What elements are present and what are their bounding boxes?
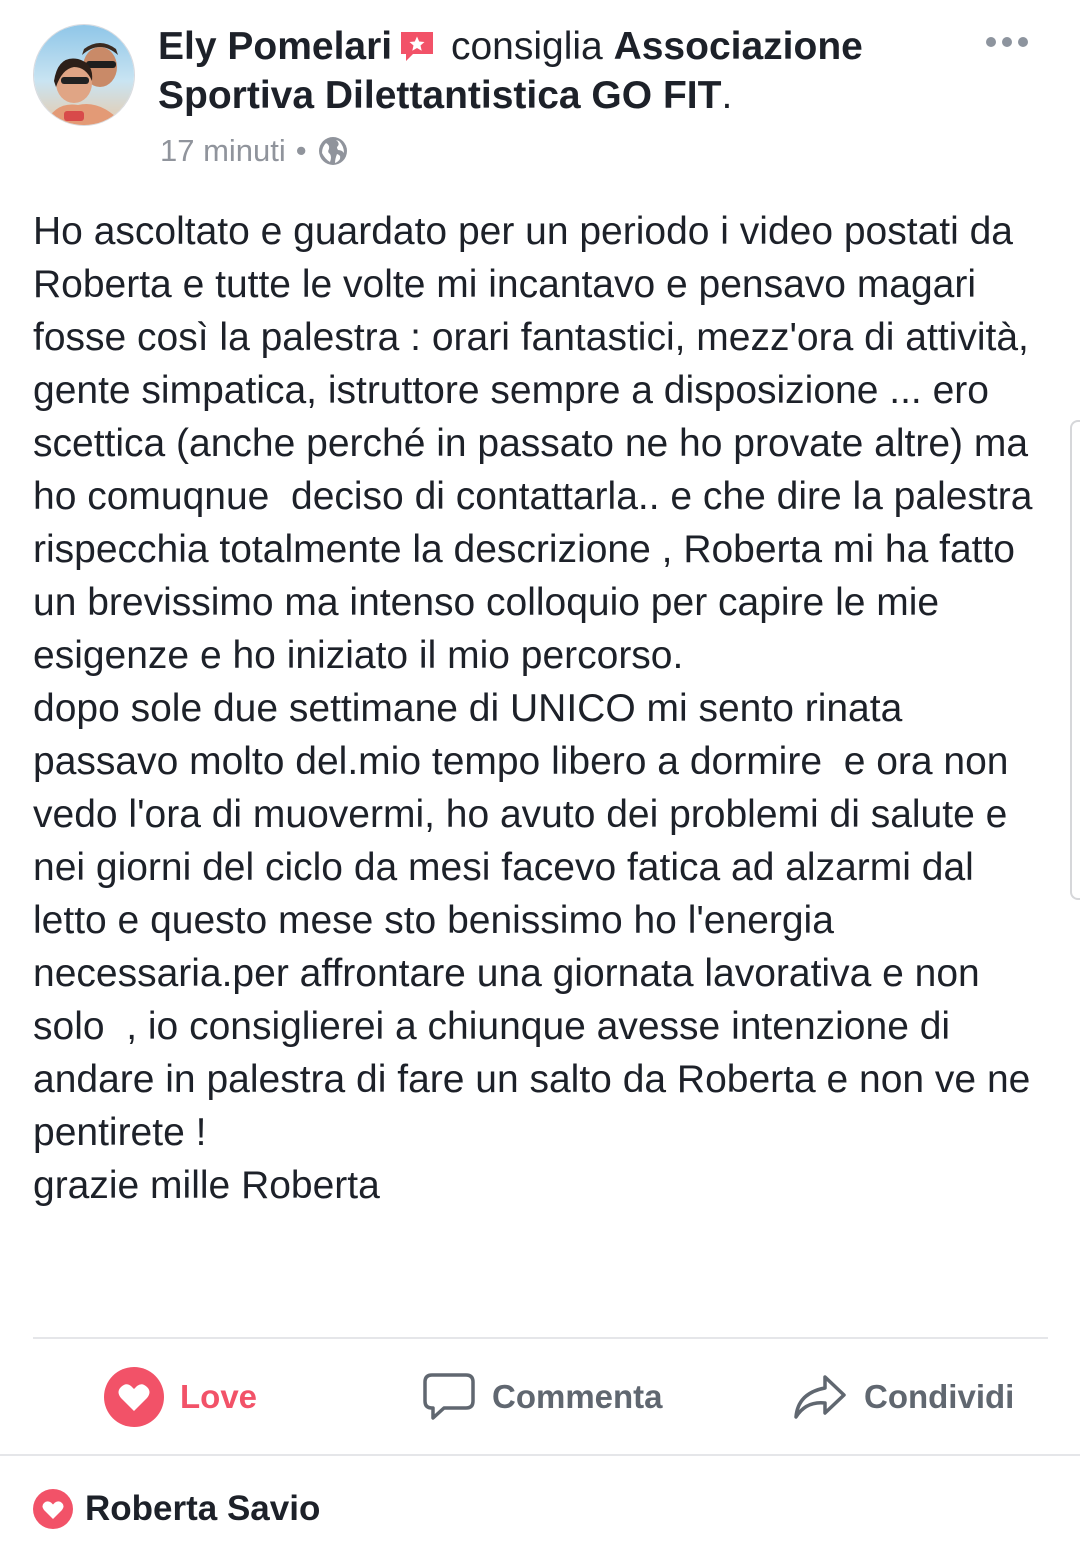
post-paragraph: Ho ascoltato e guardato per un periodo i… bbox=[33, 210, 1051, 677]
meta-separator: • bbox=[295, 133, 307, 168]
comment-button[interactable]: Commenta bbox=[422, 1340, 663, 1454]
post-header: Ely Pomelari consiglia Associazione Spor… bbox=[0, 0, 1080, 190]
author-name[interactable]: Ely Pomelari bbox=[158, 25, 392, 68]
reactions-summary[interactable]: Roberta Savio bbox=[33, 1484, 320, 1534]
scrollbar[interactable] bbox=[1070, 420, 1080, 900]
more-options-icon[interactable] bbox=[984, 30, 1030, 54]
share-icon bbox=[794, 1375, 846, 1419]
headline-period: . bbox=[721, 74, 733, 117]
comment-label: Commenta bbox=[492, 1378, 663, 1415]
reactor-names: Roberta Savio bbox=[85, 1489, 321, 1528]
share-button[interactable]: Condividi bbox=[792, 1340, 1014, 1454]
love-label: Love bbox=[180, 1378, 258, 1415]
post-headline: Ely Pomelari consiglia Associazione Spor… bbox=[158, 22, 958, 120]
post-meta: 17 minuti • bbox=[160, 130, 349, 172]
recommend-verb: consiglia bbox=[450, 25, 603, 68]
love-reaction-icon bbox=[104, 1367, 164, 1427]
actions-divider bbox=[33, 1337, 1048, 1339]
post-body: Ho ascoltato e guardato per un periodo i… bbox=[33, 205, 1053, 1212]
comment-icon bbox=[423, 1373, 475, 1420]
action-bar: Love Commenta Condividi bbox=[0, 1340, 1080, 1454]
love-button[interactable]: Love bbox=[104, 1340, 257, 1454]
post-paragraph: grazie mille Roberta bbox=[33, 1164, 380, 1207]
post-paragraph: dopo sole due settimane di UNICO mi sent… bbox=[33, 687, 1042, 1154]
love-reaction-icon bbox=[33, 1489, 73, 1529]
author-avatar[interactable] bbox=[33, 24, 135, 126]
post-timestamp[interactable]: 17 minuti bbox=[160, 130, 286, 172]
share-label: Condividi bbox=[864, 1378, 1015, 1415]
globe-icon[interactable] bbox=[317, 135, 349, 167]
reactions-divider bbox=[0, 1454, 1080, 1456]
recommendation-icon bbox=[398, 26, 436, 61]
